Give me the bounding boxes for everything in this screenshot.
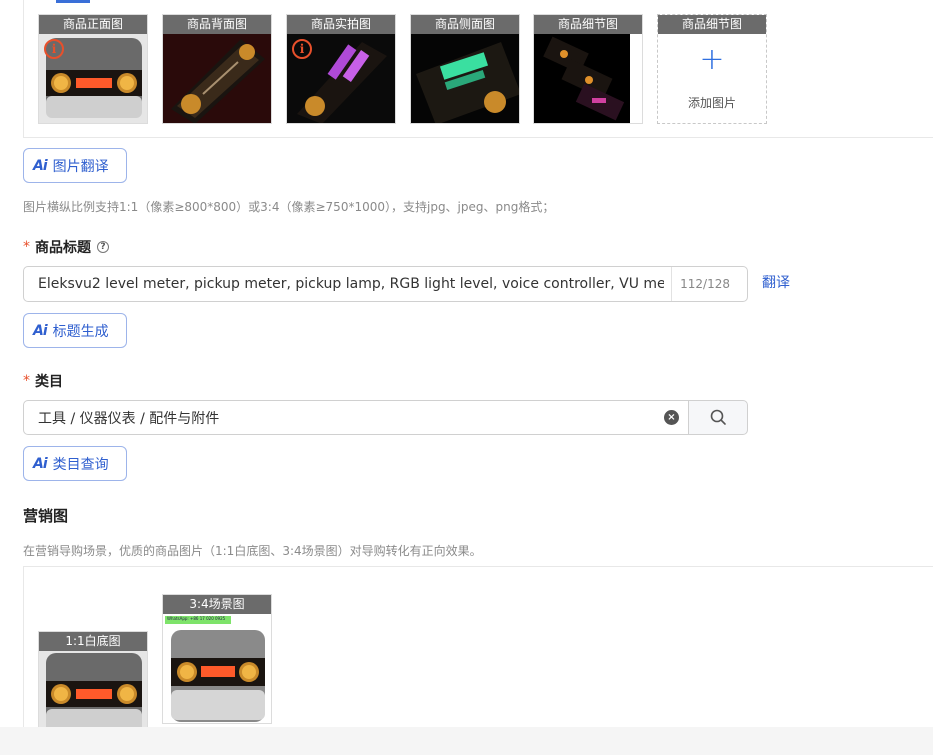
product-image-real[interactable]: 商品实拍图 i: [286, 14, 396, 124]
thumb-label: 1:1白底图: [39, 632, 147, 651]
category-input[interactable]: 工具 / 仪器仪表 / 配件与附件 ×: [23, 400, 689, 435]
marketing-hint: 在营销导购场景，优质的商品图片（1:1白底图、3:4场景图）对导购转化有正向效果…: [23, 544, 482, 558]
category-search-button[interactable]: [688, 400, 748, 435]
title-generate-button[interactable]: Ai 标题生成: [23, 313, 127, 348]
help-icon[interactable]: ?: [97, 241, 109, 253]
thumb-label: 商品侧面图: [411, 15, 519, 34]
add-image-text: 添加图片: [687, 96, 736, 110]
label-text: 类目: [35, 374, 63, 390]
title-value: Eleksvu2 level meter, pickup meter, pick…: [38, 276, 664, 292]
category-value: 工具 / 仪器仪表 / 配件与附件: [38, 410, 220, 427]
product-image-back[interactable]: 商品背面图: [162, 14, 272, 124]
required-mark: *: [23, 373, 30, 389]
add-image-slot[interactable]: 商品细节图 + 添加图片: [657, 14, 767, 124]
info-circle-icon[interactable]: i: [44, 39, 64, 59]
title-field-label: * 商品标题 ?: [23, 237, 109, 257]
plus-icon: +: [699, 42, 725, 77]
category-field-label: * 类目: [23, 371, 63, 391]
category-query-button[interactable]: Ai 类目查询: [23, 446, 127, 481]
thumb-label: 商品细节图: [658, 15, 766, 34]
clear-icon[interactable]: ×: [664, 410, 679, 425]
product-image-front[interactable]: 商品正面图 i: [38, 14, 148, 124]
char-count: 112/128: [671, 267, 730, 301]
thumb-label: 商品背面图: [163, 15, 271, 34]
image-requirements-hint: 图片横纵比例支持1:1（像素≥800*800）或3:4（像素≥750*1000）…: [23, 200, 555, 214]
thumb-label: 商品实拍图: [287, 15, 395, 34]
marketing-section-title: 营销图: [23, 507, 69, 525]
thumb-label: 商品正面图: [39, 15, 147, 34]
vu-meter-photo: [411, 34, 519, 123]
ai-icon: Ai: [33, 157, 48, 174]
footer-bar: [0, 727, 933, 755]
label-text: 商品标题: [35, 240, 91, 256]
translate-link[interactable]: 翻译: [762, 272, 790, 292]
info-circle-icon[interactable]: i: [292, 39, 312, 59]
image-translate-button[interactable]: Ai 图片翻译: [23, 148, 127, 183]
marketing-image-square[interactable]: 1:1白底图: [38, 631, 148, 741]
marketing-image-scene[interactable]: 3:4场景图 WhatsApp: +86 17 020 0925: [162, 594, 272, 724]
ai-icon: Ai: [33, 322, 48, 339]
vu-meter-photo: [163, 34, 271, 123]
whatsapp-badge: WhatsApp: +86 17 020 0925: [167, 616, 226, 621]
button-label: 标题生成: [52, 323, 109, 340]
vu-meter-photo: WhatsApp: +86 17 020 0925: [163, 614, 271, 723]
vu-meter-photo: [534, 34, 642, 123]
product-edit-page: 商品正面图 i 商品背面图 商品实拍图 i 商品侧面图 商品细节图 商品细节图 …: [0, 0, 933, 755]
thumb-label: 3:4场景图: [163, 595, 271, 614]
required-mark: *: [23, 239, 30, 255]
search-icon: [710, 409, 726, 425]
ai-icon: Ai: [33, 455, 48, 472]
button-label: 类目查询: [52, 456, 109, 473]
title-input[interactable]: Eleksvu2 level meter, pickup meter, pick…: [23, 266, 748, 302]
button-label: 图片翻译: [52, 158, 109, 175]
product-image-side[interactable]: 商品侧面图: [410, 14, 520, 124]
product-image-panel: 商品正面图 i 商品背面图 商品实拍图 i 商品侧面图 商品细节图 商品细节图 …: [23, 0, 933, 138]
thumb-label: 商品细节图: [534, 15, 642, 34]
product-image-detail[interactable]: 商品细节图: [533, 14, 643, 124]
